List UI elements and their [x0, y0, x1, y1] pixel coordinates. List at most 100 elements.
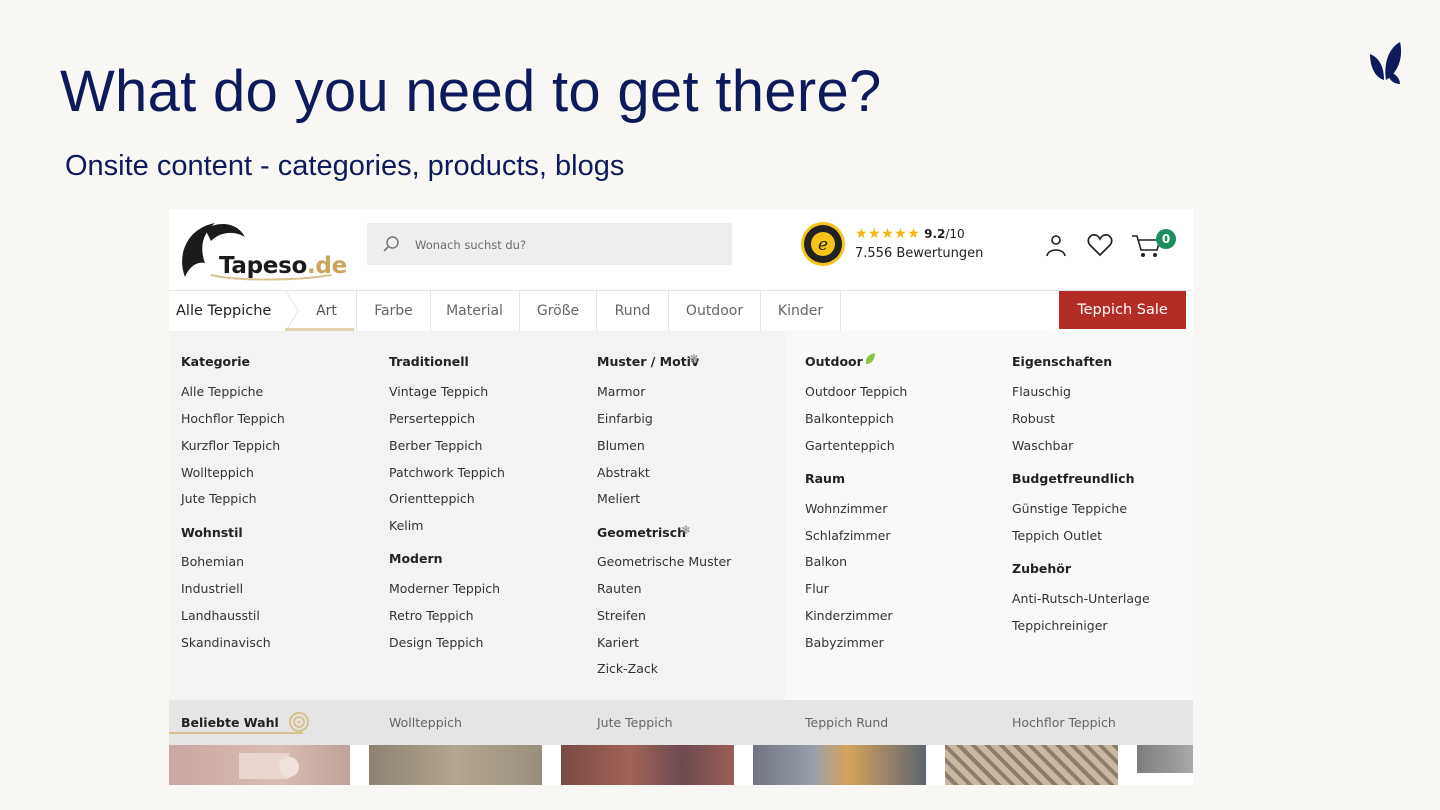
nav-tab-rund[interactable]: Rund — [597, 291, 669, 331]
nav-chevron-icon — [285, 291, 299, 331]
trusted-shops-seal-icon[interactable]: e — [800, 221, 846, 267]
slide-title: What do you need to get there? — [60, 59, 882, 124]
leaf-icon — [865, 353, 875, 364]
product-thumbnail[interactable] — [169, 745, 350, 785]
menu-link[interactable]: Jute Teppich — [181, 491, 257, 506]
popular-link[interactable]: Teppich Rund — [805, 715, 888, 730]
menu-heading: Traditionell — [389, 354, 469, 369]
account-icon[interactable] — [1042, 231, 1070, 259]
menu-link[interactable]: Vintage Teppich — [389, 384, 488, 399]
menu-link[interactable]: Orientteppich — [389, 491, 475, 506]
menu-link[interactable]: Balkonteppich — [805, 411, 894, 426]
menu-link[interactable]: Flur — [805, 581, 829, 596]
menu-heading: Modern — [389, 551, 443, 566]
menu-link[interactable]: Kinderzimmer — [805, 608, 893, 623]
rug-pattern-icon — [239, 753, 299, 779]
menu-link[interactable]: Geometrische Muster — [597, 554, 731, 569]
menu-link[interactable]: Günstige Teppiche — [1012, 501, 1127, 516]
menu-heading: Outdoor — [805, 354, 863, 369]
menu-link[interactable]: Blumen — [597, 438, 645, 453]
popular-label: Beliebte Wahl — [181, 715, 279, 730]
rating-row: ★★★★★ 9.2/10 — [855, 226, 965, 242]
popular-link[interactable]: Wollteppich — [389, 715, 462, 730]
menu-link[interactable]: Balkon — [805, 554, 847, 569]
wishlist-heart-icon[interactable] — [1086, 231, 1114, 259]
menu-link[interactable]: Retro Teppich — [389, 608, 474, 623]
menu-link[interactable]: Marmor — [597, 384, 645, 399]
menu-link[interactable]: Babyzimmer — [805, 635, 884, 650]
rating-score: 9.2 — [924, 227, 946, 241]
site-header: Tapeso.de e ★★★★★ 9.2/10 7.556 Bewertung… — [169, 209, 1193, 289]
menu-link[interactable]: Kurzflor Teppich — [181, 438, 280, 453]
menu-link[interactable]: Schlafzimmer — [805, 528, 890, 543]
menu-link[interactable]: Design Teppich — [389, 635, 483, 650]
cart-count-badge: 0 — [1156, 229, 1176, 249]
site-logo[interactable]: Tapeso.de — [175, 217, 347, 281]
nav-tab-outdoor[interactable]: Outdoor — [669, 291, 761, 331]
nav-tab-material[interactable]: Material — [430, 291, 520, 331]
nav-all-rugs[interactable]: Alle Teppiche — [176, 291, 271, 331]
search-bar[interactable] — [367, 223, 732, 265]
popular-link[interactable]: Hochflor Teppich — [1012, 715, 1116, 730]
product-thumbnail[interactable] — [945, 745, 1118, 785]
mega-menu: Kategorie Alle Teppiche Hochflor Teppich… — [169, 331, 1193, 700]
geometric-icon: ❄ — [681, 523, 692, 537]
menu-link[interactable]: Streifen — [597, 608, 646, 623]
menu-heading: Zubehör — [1012, 561, 1072, 576]
product-thumbnail[interactable] — [369, 745, 542, 785]
product-thumbnail[interactable] — [753, 745, 926, 785]
nav-tab-art[interactable]: Art — [299, 291, 354, 331]
popular-link[interactable]: Jute Teppich — [597, 715, 673, 730]
menu-link[interactable]: Teppich Outlet — [1012, 528, 1102, 543]
menu-link[interactable]: Robust — [1012, 411, 1055, 426]
nav-tab-kinder[interactable]: Kinder — [761, 291, 841, 331]
menu-link[interactable]: Teppichreiniger — [1012, 618, 1108, 633]
menu-link[interactable]: Patchwork Teppich — [389, 465, 505, 480]
menu-link[interactable]: Wollteppich — [181, 465, 254, 480]
product-thumbnail[interactable] — [561, 745, 734, 785]
menu-link[interactable]: Hochflor Teppich — [181, 411, 285, 426]
menu-link[interactable]: Moderner Teppich — [389, 581, 500, 596]
search-input[interactable] — [413, 233, 717, 257]
menu-link[interactable]: Rauten — [597, 581, 642, 596]
menu-link[interactable]: Berber Teppich — [389, 438, 482, 453]
menu-link[interactable]: Bohemian — [181, 554, 244, 569]
product-thumbnail[interactable] — [1137, 745, 1193, 785]
site-logo-text: Tapeso.de — [219, 253, 347, 279]
menu-link[interactable]: Meliert — [597, 491, 640, 506]
menu-link[interactable]: Waschbar — [1012, 438, 1073, 453]
menu-link[interactable]: Flauschig — [1012, 384, 1071, 399]
menu-link[interactable]: Zick-Zack — [597, 661, 658, 676]
menu-link[interactable]: Outdoor Teppich — [805, 384, 907, 399]
menu-link[interactable]: Industriell — [181, 581, 243, 596]
sale-button[interactable]: Teppich Sale — [1059, 291, 1186, 329]
nav-tab-farbe[interactable]: Farbe — [356, 291, 431, 331]
menu-link[interactable]: Perserteppich — [389, 411, 475, 426]
slide-subtitle: Onsite content - categories, products, b… — [65, 150, 625, 182]
reviews-count[interactable]: 7.556 Bewertungen — [855, 246, 983, 261]
menu-heading: Muster / Motiv — [597, 354, 700, 369]
menu-heading: Geometrisch — [597, 525, 687, 540]
chat-widget-tab[interactable] — [1137, 773, 1193, 785]
svg-text:e: e — [818, 235, 828, 255]
nav-tab-groesse[interactable]: Größe — [520, 291, 597, 331]
menu-link[interactable]: Anti-Rutsch-Unterlage — [1012, 591, 1150, 606]
menu-heading: Raum — [805, 471, 845, 486]
menu-link[interactable]: Kelim — [389, 518, 423, 533]
menu-link[interactable]: Abstrakt — [597, 465, 650, 480]
menu-heading: Budgetfreundlich — [1012, 471, 1135, 486]
rating-max: /10 — [945, 227, 965, 241]
rating-stars-icon: ★★★★★ — [855, 226, 921, 242]
menu-link[interactable]: Kariert — [597, 635, 639, 650]
menu-heading: Wohnstil — [181, 525, 243, 540]
brand-leaf-logo — [1370, 42, 1402, 84]
search-icon — [383, 236, 399, 252]
menu-link[interactable]: Gartenteppich — [805, 438, 895, 453]
pattern-icon: ❋ — [689, 352, 700, 366]
popular-choices-bar: Beliebte Wahl Wollteppich Jute Teppich T… — [169, 700, 1193, 745]
menu-link[interactable]: Alle Teppiche — [181, 384, 263, 399]
menu-link[interactable]: Skandinavisch — [181, 635, 271, 650]
menu-link[interactable]: Landhausstil — [181, 608, 260, 623]
menu-link[interactable]: Wohnzimmer — [805, 501, 887, 516]
menu-link[interactable]: Einfarbig — [597, 411, 653, 426]
